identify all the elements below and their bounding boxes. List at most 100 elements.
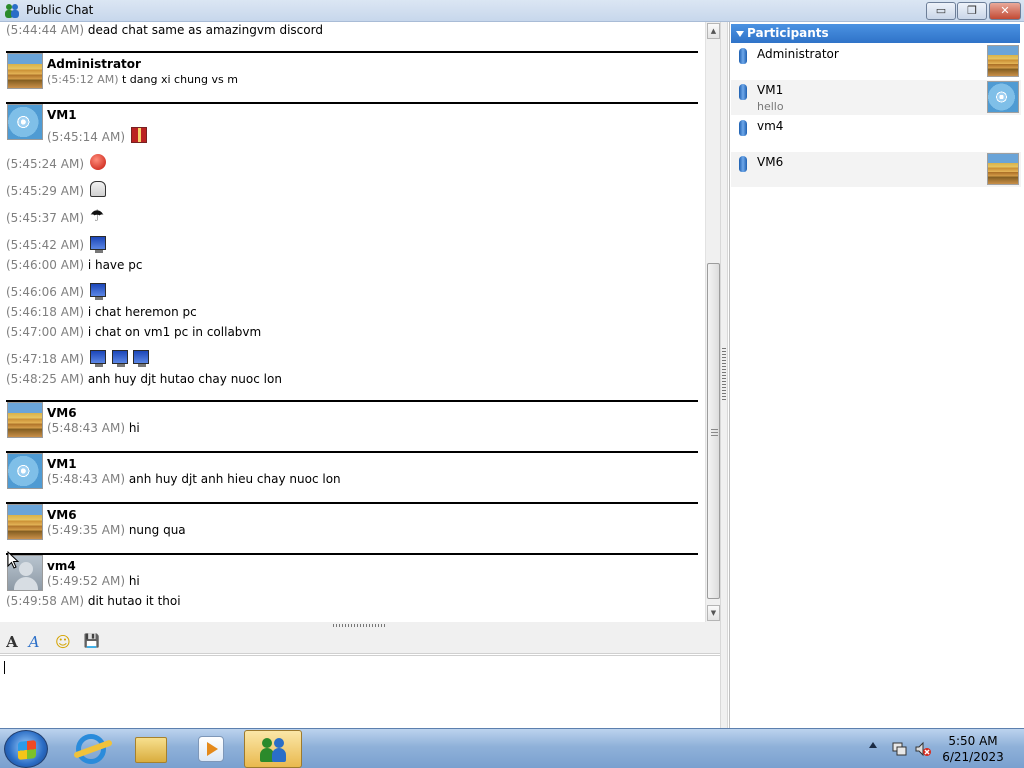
action-center-icon[interactable] (891, 741, 907, 757)
participant-item[interactable]: Administrator (731, 44, 1021, 79)
online-status-icon (739, 48, 747, 64)
chat-line: (5:48:25 AM) anh huy djt hutao chay nuoc… (6, 371, 282, 387)
timestamp: (5:47:00 AM) (6, 325, 84, 339)
volume-muted-icon[interactable] (915, 741, 931, 757)
grip-line (711, 435, 718, 436)
timestamp: (5:46:06 AM) (6, 285, 84, 299)
online-status-icon (739, 156, 747, 172)
message-text: dead chat same as amazingvm discord (87, 23, 323, 37)
participant-item[interactable]: VM6 (731, 152, 1021, 187)
chat-line: (5:45:37 AM) ☂ (6, 207, 106, 226)
participant-item[interactable]: vm4 (731, 116, 1021, 151)
font-color-icon: A (28, 633, 40, 651)
timestamp: (5:49:35 AM) (47, 523, 125, 537)
restore-icon: ❐ (967, 4, 977, 17)
show-hidden-icons-icon[interactable] (869, 742, 877, 748)
computer-icon (111, 349, 128, 367)
internet-explorer-icon (76, 734, 106, 764)
wheel-avatar (7, 104, 43, 140)
sheep-icon (89, 180, 106, 197)
title-bar[interactable]: Public Chat ▭ ❐ ✕ (0, 0, 1024, 22)
minimize-button[interactable]: ▭ (926, 2, 956, 20)
chat-line: (5:45:42 AM) (6, 235, 106, 253)
save-button[interactable]: 💾 (83, 633, 101, 651)
wheel-avatar (7, 453, 43, 489)
message-text: nung qua (128, 523, 186, 537)
chat-line: (5:49:35 AM) nung qua (47, 522, 186, 538)
online-status-icon (739, 84, 747, 100)
participants-panel: Participants Administrator VM1 hello vm4… (729, 22, 1024, 728)
timestamp: (5:49:52 AM) (47, 574, 125, 588)
computer-icon (133, 349, 150, 367)
emoticon-button[interactable]: ☺ (54, 633, 72, 651)
message-separator (6, 502, 698, 504)
sender-name: Administrator (47, 57, 141, 71)
chat-line: (5:45:14 AM) (47, 126, 147, 145)
font-icon: A (6, 633, 18, 651)
vertical-splitter[interactable] (720, 22, 728, 728)
chat-line: (5:47:18 AM) (6, 349, 150, 367)
messenger-app-icon (4, 3, 20, 19)
chat-line: (5:44:44 AM) dead chat same as amazingvm… (6, 22, 323, 38)
angry-face-icon (89, 153, 106, 170)
windows-explorer-icon (135, 737, 167, 763)
timestamp: (5:48:25 AM) (6, 372, 84, 386)
scroll-down-icon[interactable]: ▼ (707, 605, 720, 621)
font-color-button[interactable]: A (25, 633, 43, 651)
computer-icon (89, 282, 106, 300)
participant-personal-message: hello (757, 100, 784, 113)
participant-name: Administrator (757, 47, 839, 61)
sender-name: VM6 (47, 508, 77, 522)
grip-line (711, 432, 718, 433)
clock-time[interactable]: 5:50 AM (930, 734, 1016, 748)
window-title: Public Chat (26, 3, 94, 17)
participant-item[interactable]: VM1 hello (731, 80, 1021, 115)
windows-live-messenger-icon (260, 736, 288, 764)
taskbar-explorer-button[interactable] (122, 730, 180, 768)
message-input[interactable] (0, 655, 720, 728)
chat-window: Public Chat ▭ ❐ ✕ (5:44:44 AM) dead chat… (0, 0, 1024, 728)
splitter-grip-icon (722, 348, 726, 402)
message-text: i chat heremon pc (87, 305, 197, 319)
taskbar-messenger-button[interactable] (244, 730, 302, 768)
timestamp: (5:45:24 AM) (6, 157, 84, 171)
text-caret (4, 661, 5, 674)
scroll-thumb[interactable] (707, 263, 720, 599)
horizontal-splitter[interactable] (0, 622, 720, 630)
close-button[interactable]: ✕ (989, 2, 1021, 20)
stairs-avatar (7, 402, 43, 438)
clock-date[interactable]: 6/21/2023 (930, 750, 1016, 764)
participants-header[interactable]: Participants (731, 24, 1020, 43)
collapse-triangle-icon (736, 31, 744, 37)
chat-line: (5:46:18 AM) i chat heremon pc (6, 304, 197, 320)
restore-button[interactable]: ❐ (957, 2, 987, 20)
chat-history[interactable]: (5:44:44 AM) dead chat same as amazingvm… (0, 22, 705, 622)
font-button[interactable]: A (3, 633, 21, 651)
save-icon: 💾 (83, 634, 101, 649)
taskbar-media-button[interactable] (182, 730, 240, 768)
timestamp: (5:46:18 AM) (6, 305, 84, 319)
chat-line: (5:45:24 AM) (6, 153, 106, 172)
participants-title: Participants (747, 26, 829, 40)
message-text: anh huy djt anh hieu chay nuoc lon (128, 472, 341, 486)
taskbar-ie-button[interactable] (62, 730, 120, 768)
chat-line: (5:45:12 AM) t dang xi chung vs m (47, 72, 238, 88)
message-separator (6, 400, 698, 402)
timestamp: (5:44:44 AM) (6, 23, 84, 37)
chat-line: (5:48:43 AM) anh huy djt anh hieu chay n… (47, 471, 341, 487)
timestamp: (5:45:37 AM) (6, 211, 84, 225)
participant-name: VM6 (757, 155, 784, 169)
start-button[interactable] (4, 730, 48, 768)
chat-line: (5:48:43 AM) hi (47, 420, 140, 436)
message-separator (6, 102, 698, 104)
timestamp: (5:45:14 AM) (47, 130, 125, 144)
sender-name: VM1 (47, 108, 77, 122)
timestamp: (5:48:43 AM) (47, 472, 125, 486)
message-separator (6, 51, 698, 53)
scroll-up-icon[interactable]: ▲ (707, 23, 720, 39)
message-text: hi (128, 574, 140, 588)
grip-line (711, 429, 718, 430)
chat-scrollbar[interactable]: ▲ ▼ (705, 22, 720, 622)
online-status-icon (739, 120, 747, 136)
computer-icon (89, 349, 106, 367)
